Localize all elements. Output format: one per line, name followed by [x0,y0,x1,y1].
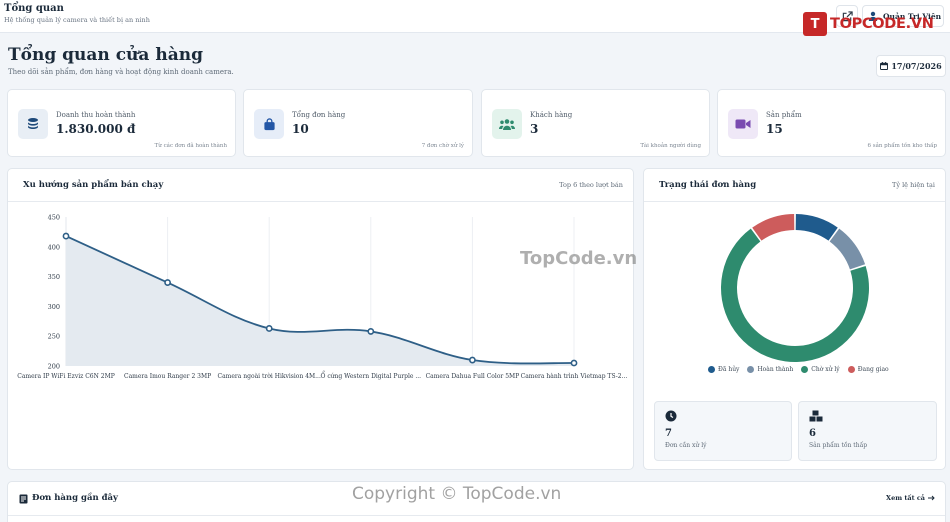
mini-value: 6 [809,428,816,439]
area-fill [66,236,574,366]
boxes-icon [809,410,823,422]
logo-text: TOPCODE.VN [830,16,934,32]
donut-slice [829,228,866,270]
legend-swatch [847,366,855,373]
trend-card-header: Xu hướng sản phẩm bán chạy Top 6 theo lư… [8,169,633,202]
x-tick-label: Camera IP WiFi Ezviz C6N 2MP [17,373,115,380]
stat-note: 6 sản phẩm tồn kho thấp [867,143,937,149]
data-point [570,359,578,367]
data-point [62,232,70,240]
status-caption: Tỷ lệ hiện tại [892,181,935,189]
stat-card-customers: Khách hàng 3 Tài khoản người dùng [481,89,710,157]
stat-note: 7 đơn chờ xử lý [421,143,464,149]
stat-label: Doanh thu hoàn thành [56,111,136,119]
stat-icon-box [492,109,522,139]
legend-label: Đang giao [857,366,889,373]
y-tick-label: 300 [48,303,60,311]
topcode-logo: T TOPCODE.VN [803,12,935,36]
watermark-bottom: Copyright © TopCode.vn [352,484,562,504]
recent-title: Đơn hàng gần đây [32,493,118,503]
legend-swatch [747,366,755,373]
mini-card-lowstock: 6 Sản phẩm tồn thấp [798,401,937,461]
header-title: Tổng quan [4,3,64,14]
stat-label: Sản phẩm [766,111,802,119]
recent-divider [8,515,945,516]
stat-label: Tổng đơn hàng [292,111,346,119]
status-legend: Đã hủy Hoàn thành Chờ xử lý Đang giao [708,366,889,373]
legend-item[interactable]: Hoàn thành [747,366,793,373]
trend-chart: 200 250 300 350 400 450 Camera IP WiFi Ezviz C… [17,214,628,381]
calendar-icon [880,62,889,70]
date-label: 17/07/2026 [891,61,942,71]
receipt-icon [19,494,28,504]
stat-note: Tài khoản người dùng [640,143,701,149]
stat-icon-box [728,109,758,139]
status-donut-chart [721,214,869,362]
page-subtitle: Theo dõi sản phẩm, đơn hàng và hoạt động… [8,68,234,76]
stat-value: 1.830.000 đ [56,122,136,136]
users-icon [499,118,515,130]
donut-slice [795,214,838,241]
header-subtitle: Hệ thống quản lý camera và thiết bị an n… [4,16,150,24]
data-point [164,279,171,286]
mini-label: Đơn cần xử lý [665,442,707,449]
x-tick-label: Camera hành trình Vietmap TS-2... [521,373,628,380]
y-tick-label: 400 [48,243,60,251]
stat-card-products: Sản phẩm 15 6 sản phẩm tồn kho thấp [717,89,946,157]
stat-card-revenue: Doanh thu hoàn thành 1.830.000 đ Từ các … [7,89,236,157]
y-tick-label: 350 [48,273,60,281]
legend-item[interactable]: Đang giao [847,366,889,373]
stat-value: 10 [292,122,309,136]
stat-icon-box [254,109,284,139]
x-tick-label: Camera Dahua Full Color 5MP [426,373,520,380]
mini-label: Sản phẩm tồn thấp [809,442,868,449]
coins-icon [28,118,38,129]
legend-item[interactable]: Đã hủy [708,366,739,373]
legend-label: Hoàn thành [757,366,794,373]
legend-label: Đã hủy [718,366,740,373]
trend-caption: Top 6 theo lượt bán [559,181,623,189]
video-camera-icon [735,119,751,129]
trend-card: Xu hướng sản phẩm bán chạy Top 6 theo lư… [7,168,634,470]
arrow-right-icon [928,495,935,501]
status-card-header: Trạng thái đơn hàng Tỷ lệ hiện tại [644,169,945,202]
mini-card-pending: 7 Đơn cần xử lý [654,401,792,461]
logo-mark: T [803,12,827,36]
data-point [367,328,375,335]
x-tick-label: Camera ngoài trời Hikvision 4M... [218,373,321,380]
stat-icon-box [18,109,48,139]
clock-icon [665,410,677,422]
view-all-link[interactable]: Xem tất cả [886,494,935,502]
watermark-center: TopCode.vn [520,248,638,269]
stat-value: 3 [530,122,539,136]
data-point [468,356,476,364]
view-all-label: Xem tất cả [886,494,925,502]
donut-slice [752,214,795,241]
legend-swatch [801,366,809,373]
y-tick-label: 450 [48,214,60,222]
mini-value: 7 [665,428,672,439]
stat-note: Từ các đơn đã hoàn thành [154,143,227,149]
stat-card-orders: Tổng đơn hàng 10 7 đơn chờ xử lý [243,89,473,157]
stat-label: Khách hàng [530,111,573,119]
x-tick-label: Camera Imou Ranger 2 3MP [124,373,211,380]
date-button[interactable]: 17/07/2026 [876,55,946,77]
legend-swatch [708,366,715,373]
page-title: Tổng quan cửa hàng [8,45,203,65]
data-point [265,325,273,332]
legend-item[interactable]: Chờ xử lý [801,366,840,373]
y-tick-label: 200 [48,363,60,371]
status-title: Trạng thái đơn hàng [659,180,757,190]
x-tick-label: Ổ cứng Western Digital Purple ... [321,371,422,380]
stat-value: 15 [766,122,783,136]
trend-title: Xu hướng sản phẩm bán chạy [23,180,164,190]
y-tick-label: 250 [48,333,60,341]
shopping-bag-icon [263,117,275,130]
legend-label: Chờ xử lý [811,366,840,373]
